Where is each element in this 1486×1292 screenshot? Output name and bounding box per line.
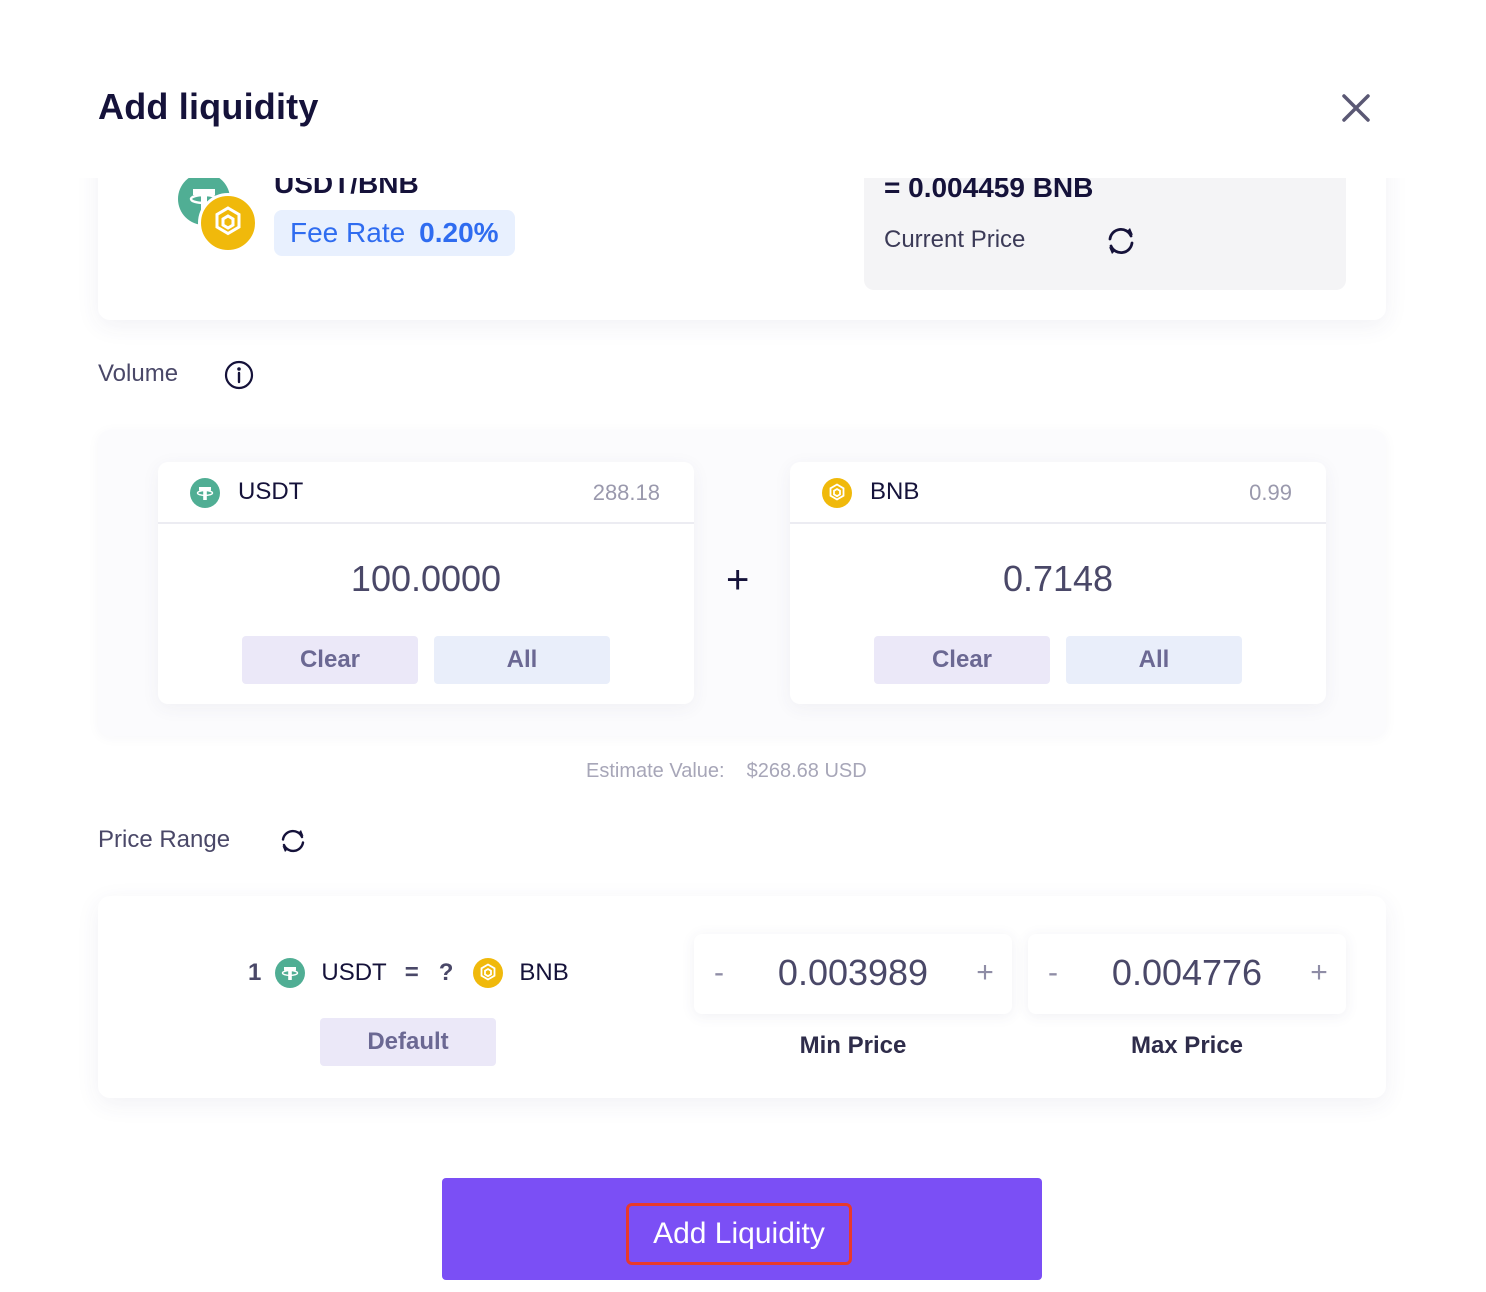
equation-one: 1 xyxy=(248,959,262,986)
equation-equals: = xyxy=(404,959,419,986)
token-b-symbol: BNB xyxy=(870,478,920,505)
bnb-icon xyxy=(198,193,258,253)
pair-card: USDT/BNB Fee Rate 0.20% = 0.004459 BNB C… xyxy=(98,178,1386,320)
add-liquidity-button[interactable]: Add Liquidity xyxy=(442,1178,1042,1280)
estimate-label: Estimate Value: xyxy=(586,760,725,782)
fee-rate-label: Fee Rate xyxy=(290,217,406,248)
bnb-icon xyxy=(473,958,504,988)
min-price-input[interactable]: - 0.003989 + xyxy=(694,934,1012,1014)
default-button[interactable]: Default xyxy=(320,1018,496,1066)
current-price-label: Current Price xyxy=(884,226,1026,253)
equation-unknown: ? xyxy=(438,959,454,986)
token-b-all-button[interactable]: All xyxy=(1066,636,1242,684)
token-a-clear-button[interactable]: Clear xyxy=(242,636,418,684)
token-b-card: BNB 0.99 0.7148 Clear All xyxy=(790,462,1326,704)
token-a-balance: 288.18 xyxy=(592,480,660,505)
pair-name: USDT/BNB xyxy=(274,178,419,199)
modal-body[interactable]: USDT/BNB Fee Rate 0.20% = 0.004459 BNB C… xyxy=(0,178,1486,1292)
token-b-amount-input[interactable]: 0.7148 xyxy=(790,558,1326,600)
token-a-card: USDT 288.18 100.0000 Clear All xyxy=(158,462,694,704)
min-price-value[interactable]: 0.003989 xyxy=(694,952,1012,994)
price-equation: 1 USDT = ? BNB xyxy=(248,958,569,988)
max-price-label: Max Price xyxy=(1130,1032,1244,1059)
token-a-header: USDT 288.18 xyxy=(158,462,694,524)
current-price-value: = 0.004459 BNB xyxy=(884,178,1094,203)
token-a-symbol: USDT xyxy=(238,478,304,505)
estimate-amount: $268.68 USD xyxy=(746,760,867,782)
price-range-panel: 1 USDT = ? BNB Default - 0.003989 + Min … xyxy=(98,896,1386,1098)
usdt-icon xyxy=(190,478,220,508)
token-b-clear-button[interactable]: Clear xyxy=(874,636,1050,684)
estimate-value: Estimate Value: $268.68 USD xyxy=(586,760,867,783)
volume-panel: USDT 288.18 100.0000 Clear All + BNB 0.9… xyxy=(98,430,1386,736)
max-price-increment-button[interactable]: + xyxy=(1304,956,1334,990)
min-price-label: Min Price xyxy=(799,1032,907,1059)
token-b-header: BNB 0.99 xyxy=(790,462,1326,524)
add-liquidity-button-label: Add Liquidity xyxy=(626,1203,852,1265)
bnb-icon xyxy=(822,478,852,508)
close-icon[interactable] xyxy=(1336,88,1376,128)
min-price-increment-button[interactable]: + xyxy=(970,956,1000,990)
equation-token-b: BNB xyxy=(519,959,569,986)
price-range-label: Price Range xyxy=(98,826,231,853)
current-price-box: = 0.004459 BNB Current Price xyxy=(864,178,1346,290)
refresh-icon[interactable] xyxy=(1104,224,1138,258)
fee-rate-value: 0.20% xyxy=(419,217,499,248)
token-a-amount-input[interactable]: 100.0000 xyxy=(158,558,694,600)
info-icon[interactable] xyxy=(224,360,254,390)
refresh-icon[interactable] xyxy=(278,826,308,856)
volume-label: Volume xyxy=(98,360,179,387)
equation-token-a: USDT xyxy=(321,959,387,986)
max-price-value[interactable]: 0.004776 xyxy=(1028,952,1346,994)
modal-title: Add liquidity xyxy=(98,86,319,127)
usdt-icon xyxy=(275,958,306,988)
token-a-all-button[interactable]: All xyxy=(434,636,610,684)
add-liquidity-modal: Add liquidity USDT/BNB Fee Rate 0.20% = … xyxy=(0,0,1486,1292)
plus-separator: + xyxy=(726,558,750,602)
max-price-input[interactable]: - 0.004776 + xyxy=(1028,934,1346,1014)
token-b-balance: 0.99 xyxy=(1249,480,1292,505)
fee-rate-badge: Fee Rate 0.20% xyxy=(274,210,515,256)
